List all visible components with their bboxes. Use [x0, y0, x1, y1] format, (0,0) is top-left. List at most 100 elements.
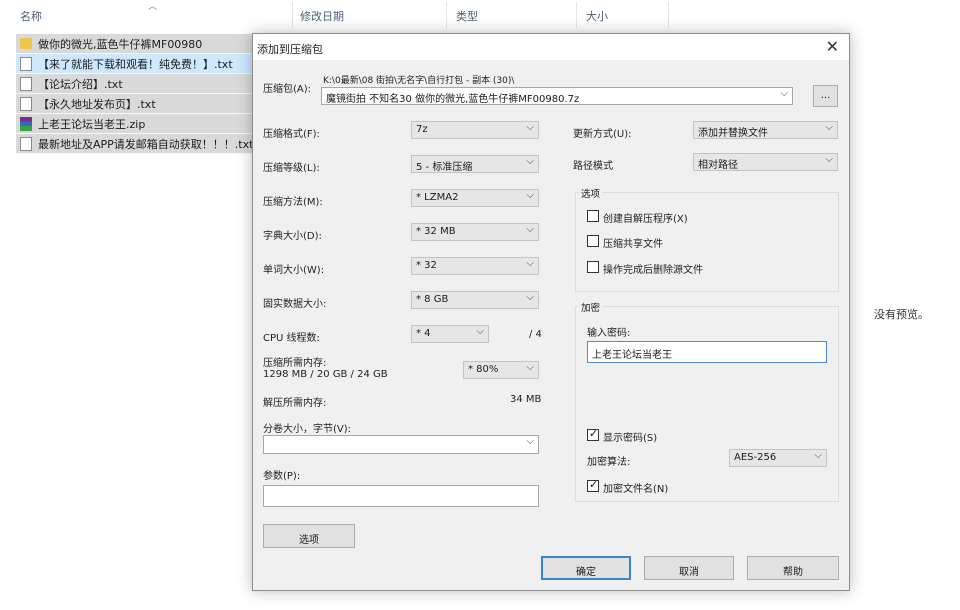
encrypt-names-checkbox[interactable] [587, 478, 599, 492]
update-mode-select[interactable]: 添加并替换文件 ⌵ [693, 121, 838, 139]
chevron-down-icon: ⌵ [526, 122, 534, 133]
compress-memory-detail: 1298 MB / 20 GB / 24 GB [263, 369, 388, 380]
shared-files-checkbox[interactable] [587, 235, 599, 247]
column-divider[interactable] [446, 2, 447, 28]
method-value: * LZMA2 [416, 192, 459, 203]
preview-pane-text: 没有预览。 [874, 308, 929, 321]
column-divider[interactable] [292, 2, 293, 28]
archive-label: 压缩包(A): [263, 84, 312, 95]
update-mode-value: 添加并替换文件 [698, 128, 768, 139]
chevron-down-icon: ⌵ [526, 258, 534, 269]
text-file-icon [20, 136, 32, 151]
word-size-value: * 32 [416, 260, 437, 271]
decompress-memory-label: 解压所需内存: [263, 398, 327, 409]
sfx-checkbox[interactable] [587, 210, 599, 222]
help-button[interactable]: 帮助 [747, 556, 839, 580]
file-name: 做你的微光,蓝色牛仔裤MF00980 [38, 37, 203, 51]
column-divider[interactable] [668, 2, 669, 28]
add-to-archive-dialog: 添加到压缩包 ✕ 压缩包(A): K:\0最新\08 街拍\无名字\自行打包 -… [252, 33, 850, 591]
options-button[interactable]: 选项 [263, 524, 355, 548]
file-list: 做你的微光,蓝色牛仔裤MF00980 【来了就能下载和观看！纯免费！】.txt … [16, 34, 252, 154]
file-row[interactable]: 上老王论坛当老王.zip [16, 114, 252, 134]
show-password-label: 显示密码(S) [603, 433, 658, 444]
path-mode-label: 路径模式 [573, 161, 613, 172]
cpu-threads-select[interactable]: * 4 ⌵ [411, 325, 489, 343]
cpu-threads-value: * 4 [416, 328, 431, 339]
file-row[interactable]: 做你的微光,蓝色牛仔裤MF00980 [16, 34, 252, 54]
format-value: 7z [416, 124, 428, 135]
delete-after-label: 操作完成后删除源文件 [603, 265, 703, 276]
column-header-name[interactable]: 名称 [20, 8, 42, 24]
memory-usage-select[interactable]: * 80% ⌵ [463, 361, 539, 379]
format-select[interactable]: 7z ⌵ [411, 121, 539, 139]
solid-size-label: 固实数据大小: [263, 299, 327, 310]
chevron-down-icon: ⌵ [825, 122, 833, 133]
chevron-down-icon: ⌵ [526, 156, 534, 167]
compress-memory-label: 压缩所需内存: [263, 358, 327, 369]
level-select[interactable]: 5 - 标准压缩 ⌵ [411, 155, 539, 173]
text-file-icon [20, 96, 32, 111]
column-header-type[interactable]: 类型 [456, 8, 478, 24]
split-size-combobox[interactable]: ⌵ [263, 435, 539, 454]
encryption-method-select[interactable]: AES-256 ⌵ [729, 449, 827, 467]
parameters-label: 参数(P): [263, 471, 301, 482]
dictionary-select[interactable]: * 32 MB ⌵ [411, 223, 539, 241]
encryption-method-label: 加密算法: [587, 457, 631, 468]
column-header-modified[interactable]: 修改日期 [300, 8, 344, 24]
chevron-down-icon: ⌵ [814, 450, 822, 461]
column-header-size[interactable]: 大小 [586, 8, 608, 24]
file-row[interactable]: 【论坛介绍】.txt [16, 74, 252, 94]
cancel-button[interactable]: 取消 [644, 556, 734, 580]
path-mode-value: 相对路径 [698, 160, 738, 171]
cpu-threads-total: / 4 [529, 329, 542, 340]
parameters-input[interactable] [263, 485, 539, 507]
chevron-down-icon: ⌵ [780, 88, 788, 99]
encryption-method-value: AES-256 [734, 452, 777, 463]
ok-button[interactable]: 确定 [541, 556, 631, 580]
file-row[interactable]: 最新地址及APP请发邮箱自动获取！！！.txt [16, 134, 252, 154]
chevron-down-icon: ⌵ [526, 224, 534, 235]
options-group-title: 选项 [579, 186, 603, 200]
cpu-threads-label: CPU 线程数: [263, 333, 320, 344]
method-label: 压缩方法(M): [263, 197, 323, 208]
folder-icon [20, 38, 32, 49]
password-input[interactable]: 上老王论坛当老王 [587, 341, 827, 363]
file-name: 【来了就能下载和观看！纯免费！】.txt [38, 57, 233, 71]
update-mode-label: 更新方式(U): [573, 129, 632, 140]
file-row[interactable]: 【来了就能下载和观看！纯免费！】.txt [16, 54, 252, 74]
chevron-down-icon: ⌵ [526, 292, 534, 303]
word-size-select[interactable]: * 32 ⌵ [411, 257, 539, 275]
shared-files-label: 压缩共享文件 [603, 239, 663, 250]
file-name: 【论坛介绍】.txt [38, 77, 123, 91]
show-password-checkbox[interactable] [587, 427, 599, 441]
solid-size-select[interactable]: * 8 GB ⌵ [411, 291, 539, 309]
dictionary-label: 字典大小(D): [263, 231, 322, 242]
path-mode-select[interactable]: 相对路径 ⌵ [693, 153, 838, 171]
column-divider[interactable] [576, 2, 577, 28]
dialog-titlebar[interactable]: 添加到压缩包 ✕ [253, 34, 849, 60]
chevron-down-icon: ⌵ [476, 326, 484, 337]
archive-name-value: 魔镜街拍 不知名30 做你的微光,蓝色牛仔裤MF00980.7z [326, 94, 580, 105]
close-icon[interactable]: ✕ [826, 37, 839, 56]
dialog-title: 添加到压缩包 [257, 43, 323, 56]
browse-button[interactable]: ... [813, 85, 838, 107]
format-label: 压缩格式(F): [263, 129, 320, 140]
chevron-down-icon: ⌵ [526, 362, 534, 373]
file-name: 最新地址及APP请发邮箱自动获取！！！.txt [38, 137, 252, 151]
archive-path: K:\0最新\08 街拍\无名字\自行打包 - 副本 (30)\ [323, 76, 515, 86]
chevron-down-icon: ⌵ [526, 436, 534, 447]
chevron-down-icon: ⌵ [526, 190, 534, 201]
split-size-label: 分卷大小，字节(V): [263, 424, 352, 435]
delete-after-checkbox[interactable] [587, 261, 599, 273]
text-file-icon [20, 76, 32, 91]
method-select[interactable]: * LZMA2 ⌵ [411, 189, 539, 207]
archive-name-combobox[interactable]: 魔镜街拍 不知名30 做你的微光,蓝色牛仔裤MF00980.7z ⌵ [321, 87, 793, 105]
chevron-down-icon: ⌵ [825, 154, 833, 165]
winrar-archive-icon [20, 116, 32, 131]
file-row[interactable]: 【永久地址发布页】.txt [16, 94, 252, 114]
sort-up-icon: ︿ [148, 2, 158, 12]
memory-usage-value: * 80% [468, 364, 499, 375]
level-value: 5 - 标准压缩 [416, 162, 473, 173]
decompress-memory-value: 34 MB [510, 394, 542, 405]
encryption-group-title: 加密 [579, 300, 603, 314]
